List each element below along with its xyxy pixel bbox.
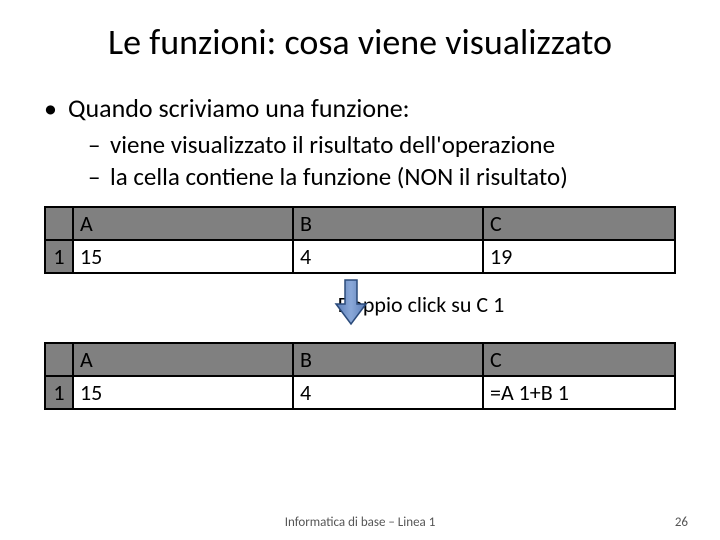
sub-bullet-1-text: viene visualizzato il risultato dell'ope… bbox=[110, 130, 555, 160]
col-header-a: A bbox=[73, 343, 293, 376]
formula-table: A B C 1 15 4 =A 1+B 1 bbox=[44, 342, 676, 410]
corner-cell bbox=[45, 343, 73, 376]
cell-b1: 4 bbox=[293, 240, 483, 273]
cell-a1: 15 bbox=[73, 376, 293, 409]
down-arrow-icon bbox=[334, 278, 368, 326]
bullet-dash: – bbox=[88, 162, 110, 192]
footer-text: Informatica di base – Linea 1 bbox=[285, 515, 436, 530]
bullet-dot: • bbox=[44, 92, 68, 124]
footer: Informatica di base – Linea 1 26 bbox=[0, 515, 720, 530]
corner-cell bbox=[45, 207, 73, 240]
slide-title: Le funzioni: cosa viene visualizzato bbox=[44, 20, 676, 64]
col-header-a: A bbox=[73, 207, 293, 240]
cell-c1: 19 bbox=[483, 240, 675, 273]
bullet-dash: – bbox=[88, 130, 110, 160]
main-bullet: • Quando scriviamo una funzione: bbox=[44, 92, 676, 124]
col-header-b: B bbox=[293, 207, 483, 240]
row-header-1: 1 bbox=[45, 376, 73, 409]
col-header-b: B bbox=[293, 343, 483, 376]
result-table: A B C 1 15 4 19 bbox=[44, 206, 676, 274]
col-header-c: C bbox=[483, 343, 675, 376]
col-header-c: C bbox=[483, 207, 675, 240]
sub-bullet-2-text: la cella contiene la funzione (NON il ri… bbox=[110, 162, 568, 192]
sub-bullet-2: – la cella contiene la funzione (NON il … bbox=[88, 162, 676, 192]
row-header-1: 1 bbox=[45, 240, 73, 273]
arrow-caption-row: Doppio click su C 1 bbox=[44, 280, 676, 328]
cell-a1: 15 bbox=[73, 240, 293, 273]
main-bullet-text: Quando scriviamo una funzione: bbox=[68, 92, 410, 124]
cell-b1: 4 bbox=[293, 376, 483, 409]
cell-c1-formula: =A 1+B 1 bbox=[483, 376, 675, 409]
page-number: 26 bbox=[675, 515, 688, 530]
sub-bullet-1: – viene visualizzato il risultato dell'o… bbox=[88, 130, 676, 160]
